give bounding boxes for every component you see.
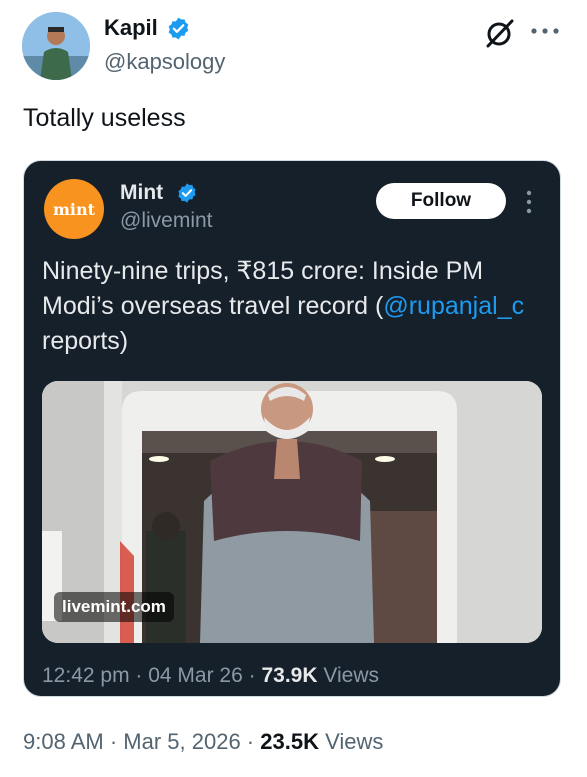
quoted-time[interactable]: 12:42 pm: [42, 664, 130, 687]
quoted-name[interactable]: Mint: [120, 181, 163, 205]
author-avatar[interactable]: [22, 12, 90, 80]
tweet-views-count: 23.5K: [260, 729, 319, 754]
quoted-meta: 12:42 pm · 04 Mar 26 · 73.9K Views: [42, 664, 379, 687]
quoted-views-count: 73.9K: [261, 664, 318, 687]
quoted-views-label: Views: [323, 664, 379, 687]
more-icon[interactable]: [530, 26, 560, 36]
quoted-text-end: reports): [42, 327, 129, 355]
tweet-views-label: Views: [325, 729, 384, 754]
quoted-tweet-card[interactable]: mint Mint @livemint Follow Ninety-nine t…: [23, 160, 561, 697]
tweet-text: Totally useless: [23, 104, 186, 132]
tweet-time[interactable]: 9:08 AM: [23, 729, 104, 754]
follow-button[interactable]: Follow: [376, 183, 506, 219]
tweet-date[interactable]: Mar 5, 2026: [123, 729, 240, 754]
verified-badge-icon: [178, 183, 196, 203]
quoted-handle[interactable]: @livemint: [120, 209, 213, 233]
grok-icon[interactable]: [483, 16, 517, 50]
author-name[interactable]: Kapil: [104, 15, 158, 41]
quoted-avatar[interactable]: mint: [44, 179, 104, 239]
quoted-avatar-text: mint: [52, 199, 96, 219]
verified-badge-icon: [168, 17, 189, 40]
author-handle[interactable]: @kapsology: [104, 49, 225, 75]
mention-link[interactable]: @rupanjal_c: [383, 292, 524, 320]
quoted-more-icon[interactable]: [524, 189, 534, 215]
tweet-meta: 9:08 AM · Mar 5, 2026 · 23.5K Views: [23, 729, 384, 754]
quoted-image[interactable]: livemint.com: [42, 381, 542, 643]
image-watermark: livemint.com: [54, 592, 174, 622]
quoted-text: Ninety-nine trips, ₹815 crore: Inside PM…: [42, 254, 542, 359]
quoted-date[interactable]: 04 Mar 26: [148, 664, 243, 687]
